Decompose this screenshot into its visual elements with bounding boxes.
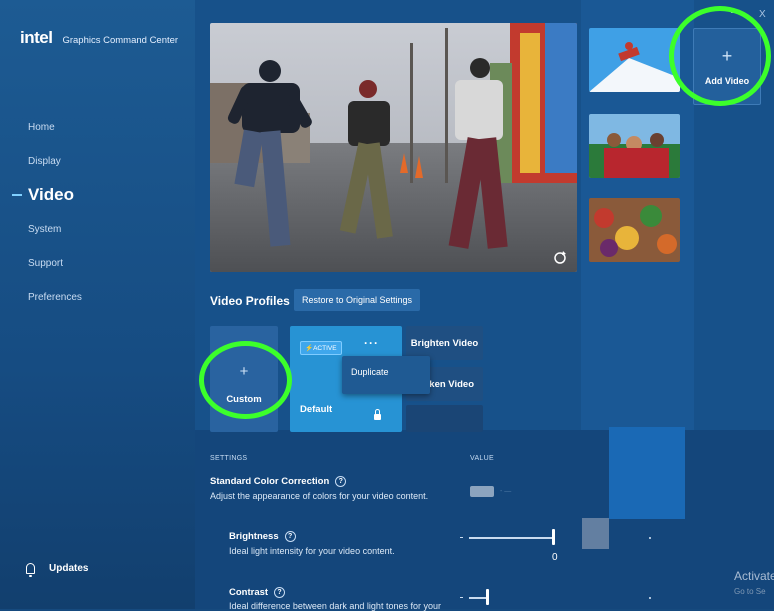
color-correction-toggle[interactable] <box>470 486 494 497</box>
thumbnail-market[interactable] <box>589 198 680 262</box>
duplicate-menu-item[interactable]: Duplicate <box>351 367 389 377</box>
plus-icon: + <box>721 45 733 66</box>
minimize-icon[interactable] <box>731 12 738 13</box>
close-icon[interactable]: X <box>759 9 766 20</box>
sidebar-item-label: System <box>28 223 62 235</box>
sidebar-item-video[interactable]: Video <box>0 178 195 212</box>
activation-watermark: Activate <box>734 569 774 583</box>
intel-logo: intel <box>20 28 53 47</box>
decorative-swatch <box>582 518 609 549</box>
updates-label: Updates <box>49 563 89 574</box>
plus-icon: + <box>239 363 249 380</box>
decorative-panel <box>609 427 685 519</box>
slider-min-tick <box>460 597 463 598</box>
ellipsis-icon[interactable]: ··· <box>364 336 379 350</box>
contrast-title: Contrast? <box>229 587 286 599</box>
color-correction-desc: Adjust the appearance of colors for your… <box>210 491 429 501</box>
brightness-slider-track[interactable] <box>469 537 554 539</box>
add-video-button[interactable]: + Add Video <box>693 28 761 105</box>
brightness-value: 0 <box>552 552 558 563</box>
brighten-video-card[interactable]: Brighten Video <box>406 326 483 360</box>
video-preview[interactable] <box>210 23 577 272</box>
sidebar: intel Graphics Command Center Home Displ… <box>0 0 195 609</box>
profile-context-menu: Duplicate <box>342 356 430 394</box>
updates-button[interactable]: Updates <box>26 563 89 577</box>
activation-watermark-sub: Go to Se <box>734 587 766 596</box>
brightness-slider-thumb[interactable] <box>552 529 555 545</box>
sidebar-nav: Home Display Video System Support Prefer… <box>0 110 195 314</box>
market-image <box>589 198 680 262</box>
sidebar-item-system[interactable]: System <box>0 212 195 246</box>
brightness-desc: Ideal light intensity for your video con… <box>229 546 395 556</box>
add-video-label: Add Video <box>704 75 750 86</box>
slider-min-tick <box>460 537 463 538</box>
help-icon[interactable]: ? <box>284 531 296 542</box>
contrast-slider-thumb[interactable] <box>486 589 489 605</box>
app-name: Graphics Command Center <box>62 35 179 46</box>
value-header: VALUE <box>470 455 494 462</box>
bell-icon <box>26 563 35 577</box>
sidebar-item-label: Video <box>28 185 74 204</box>
sidebar-item-label: Home <box>28 121 55 133</box>
setting-title-text: Standard Color Correction <box>210 476 330 488</box>
setting-title-text: Brightness <box>229 531 279 543</box>
sidebar-item-label: Preferences <box>28 291 82 303</box>
help-icon[interactable]: ? <box>274 587 286 598</box>
contrast-slider-track[interactable] <box>469 597 487 599</box>
group-people-image <box>589 114 680 178</box>
active-indicator <box>12 194 22 196</box>
video-profiles-title: Video Profiles <box>210 294 290 308</box>
brightness-title: Brightness? <box>229 531 296 542</box>
default-profile-label: Default <box>300 404 333 415</box>
sidebar-item-label: Display <box>28 155 61 167</box>
app-logo: intel Graphics Command Center <box>20 28 178 48</box>
reset-dot-icon[interactable] <box>649 597 651 599</box>
reset-dot-icon[interactable] <box>649 537 651 539</box>
thumbnail-snowboarder[interactable] <box>589 28 680 92</box>
toggle-off-indicator: - — <box>500 488 512 495</box>
sidebar-item-display[interactable]: Display <box>0 144 195 178</box>
help-icon[interactable]: ? <box>335 476 347 487</box>
sidebar-item-home[interactable]: Home <box>0 110 195 144</box>
sidebar-item-support[interactable]: Support <box>0 246 195 280</box>
setting-title-text: Contrast <box>229 587 269 599</box>
active-badge: ⚡ACTIVE <box>300 341 342 355</box>
custom-profile-label: Custom <box>226 394 262 405</box>
dancers-video-frame <box>210 23 577 272</box>
restore-settings-button[interactable]: Restore to Original Settings <box>294 289 420 311</box>
lock-icon <box>374 409 381 420</box>
sidebar-item-label: Support <box>28 257 64 269</box>
replay-icon[interactable] <box>552 250 568 266</box>
settings-header: SETTINGS <box>210 455 248 462</box>
snowboarder-image <box>589 28 680 92</box>
contrast-desc: Ideal difference between dark and light … <box>229 601 441 611</box>
sidebar-item-preferences[interactable]: Preferences <box>0 280 195 314</box>
profile-card-strip <box>406 405 483 432</box>
color-correction-title: Standard Color Correction? <box>210 476 347 488</box>
thumbnail-group[interactable] <box>589 114 680 178</box>
custom-profile-card[interactable]: + Custom <box>210 326 278 432</box>
